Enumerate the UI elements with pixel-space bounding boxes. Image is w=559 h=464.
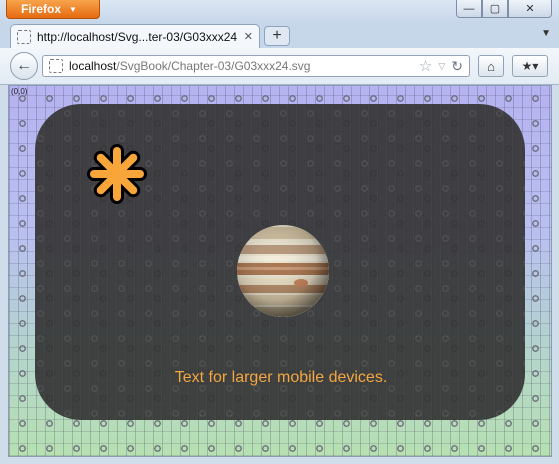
url-text[interactable]: localhost/SvgBook/Chapter-03/G03xxx24.sv… (69, 59, 413, 73)
close-window-button[interactable]: ✕ (508, 0, 552, 18)
jupiter-planet-image (237, 225, 329, 317)
firefox-menu-label: Firefox (21, 2, 62, 16)
bookmarks-menu-button[interactable]: ★▾ (512, 55, 548, 77)
navigation-toolbar: ← localhost/SvgBook/Chapter-03/G03xxx24.… (0, 48, 559, 85)
address-bar[interactable]: localhost/SvgBook/Chapter-03/G03xxx24.sv… (42, 55, 470, 77)
origin-label: (0,0) (11, 87, 28, 96)
minimize-button[interactable]: — (456, 0, 482, 18)
back-button[interactable]: ← (10, 52, 38, 80)
firefox-menu-button[interactable]: Firefox ▼ (6, 0, 100, 19)
tab-active[interactable]: http://localhost/Svg...ter-03/G03xxx24.s… (10, 24, 260, 48)
history-dropdown-icon[interactable]: ▽ (438, 61, 445, 72)
chevron-down-icon: ▼ (69, 4, 77, 14)
close-tab-icon[interactable]: ✕ (244, 30, 253, 43)
asterisk-icon (87, 144, 147, 204)
site-identity-icon[interactable] (49, 59, 63, 73)
url-host: localhost (69, 59, 117, 73)
tab-list-button[interactable]: ▼ (541, 28, 551, 39)
page-favicon-icon (17, 29, 31, 44)
page-viewport: (0,0) Text for larger mobile devices. (8, 85, 552, 457)
tab-title: http://localhost/Svg...ter-03/G03xxx24.s… (37, 29, 238, 44)
tab-bar: http://localhost/Svg...ter-03/G03xxx24.s… (0, 22, 559, 48)
home-button[interactable]: ⌂ (478, 55, 504, 77)
window-controls: — ▢ ✕ (456, 0, 552, 18)
reload-icon[interactable]: ↻ (451, 58, 463, 75)
bookmark-star-icon[interactable]: ☆ (419, 57, 432, 75)
new-tab-button[interactable]: + (264, 26, 290, 46)
title-bar: Firefox ▼ — ▢ ✕ (0, 0, 559, 22)
url-path: /SvgBook/Chapter-03/G03xxx24.svg (116, 59, 311, 73)
maximize-button[interactable]: ▢ (482, 0, 508, 18)
page-caption: Text for larger mobile devices. (174, 369, 388, 386)
